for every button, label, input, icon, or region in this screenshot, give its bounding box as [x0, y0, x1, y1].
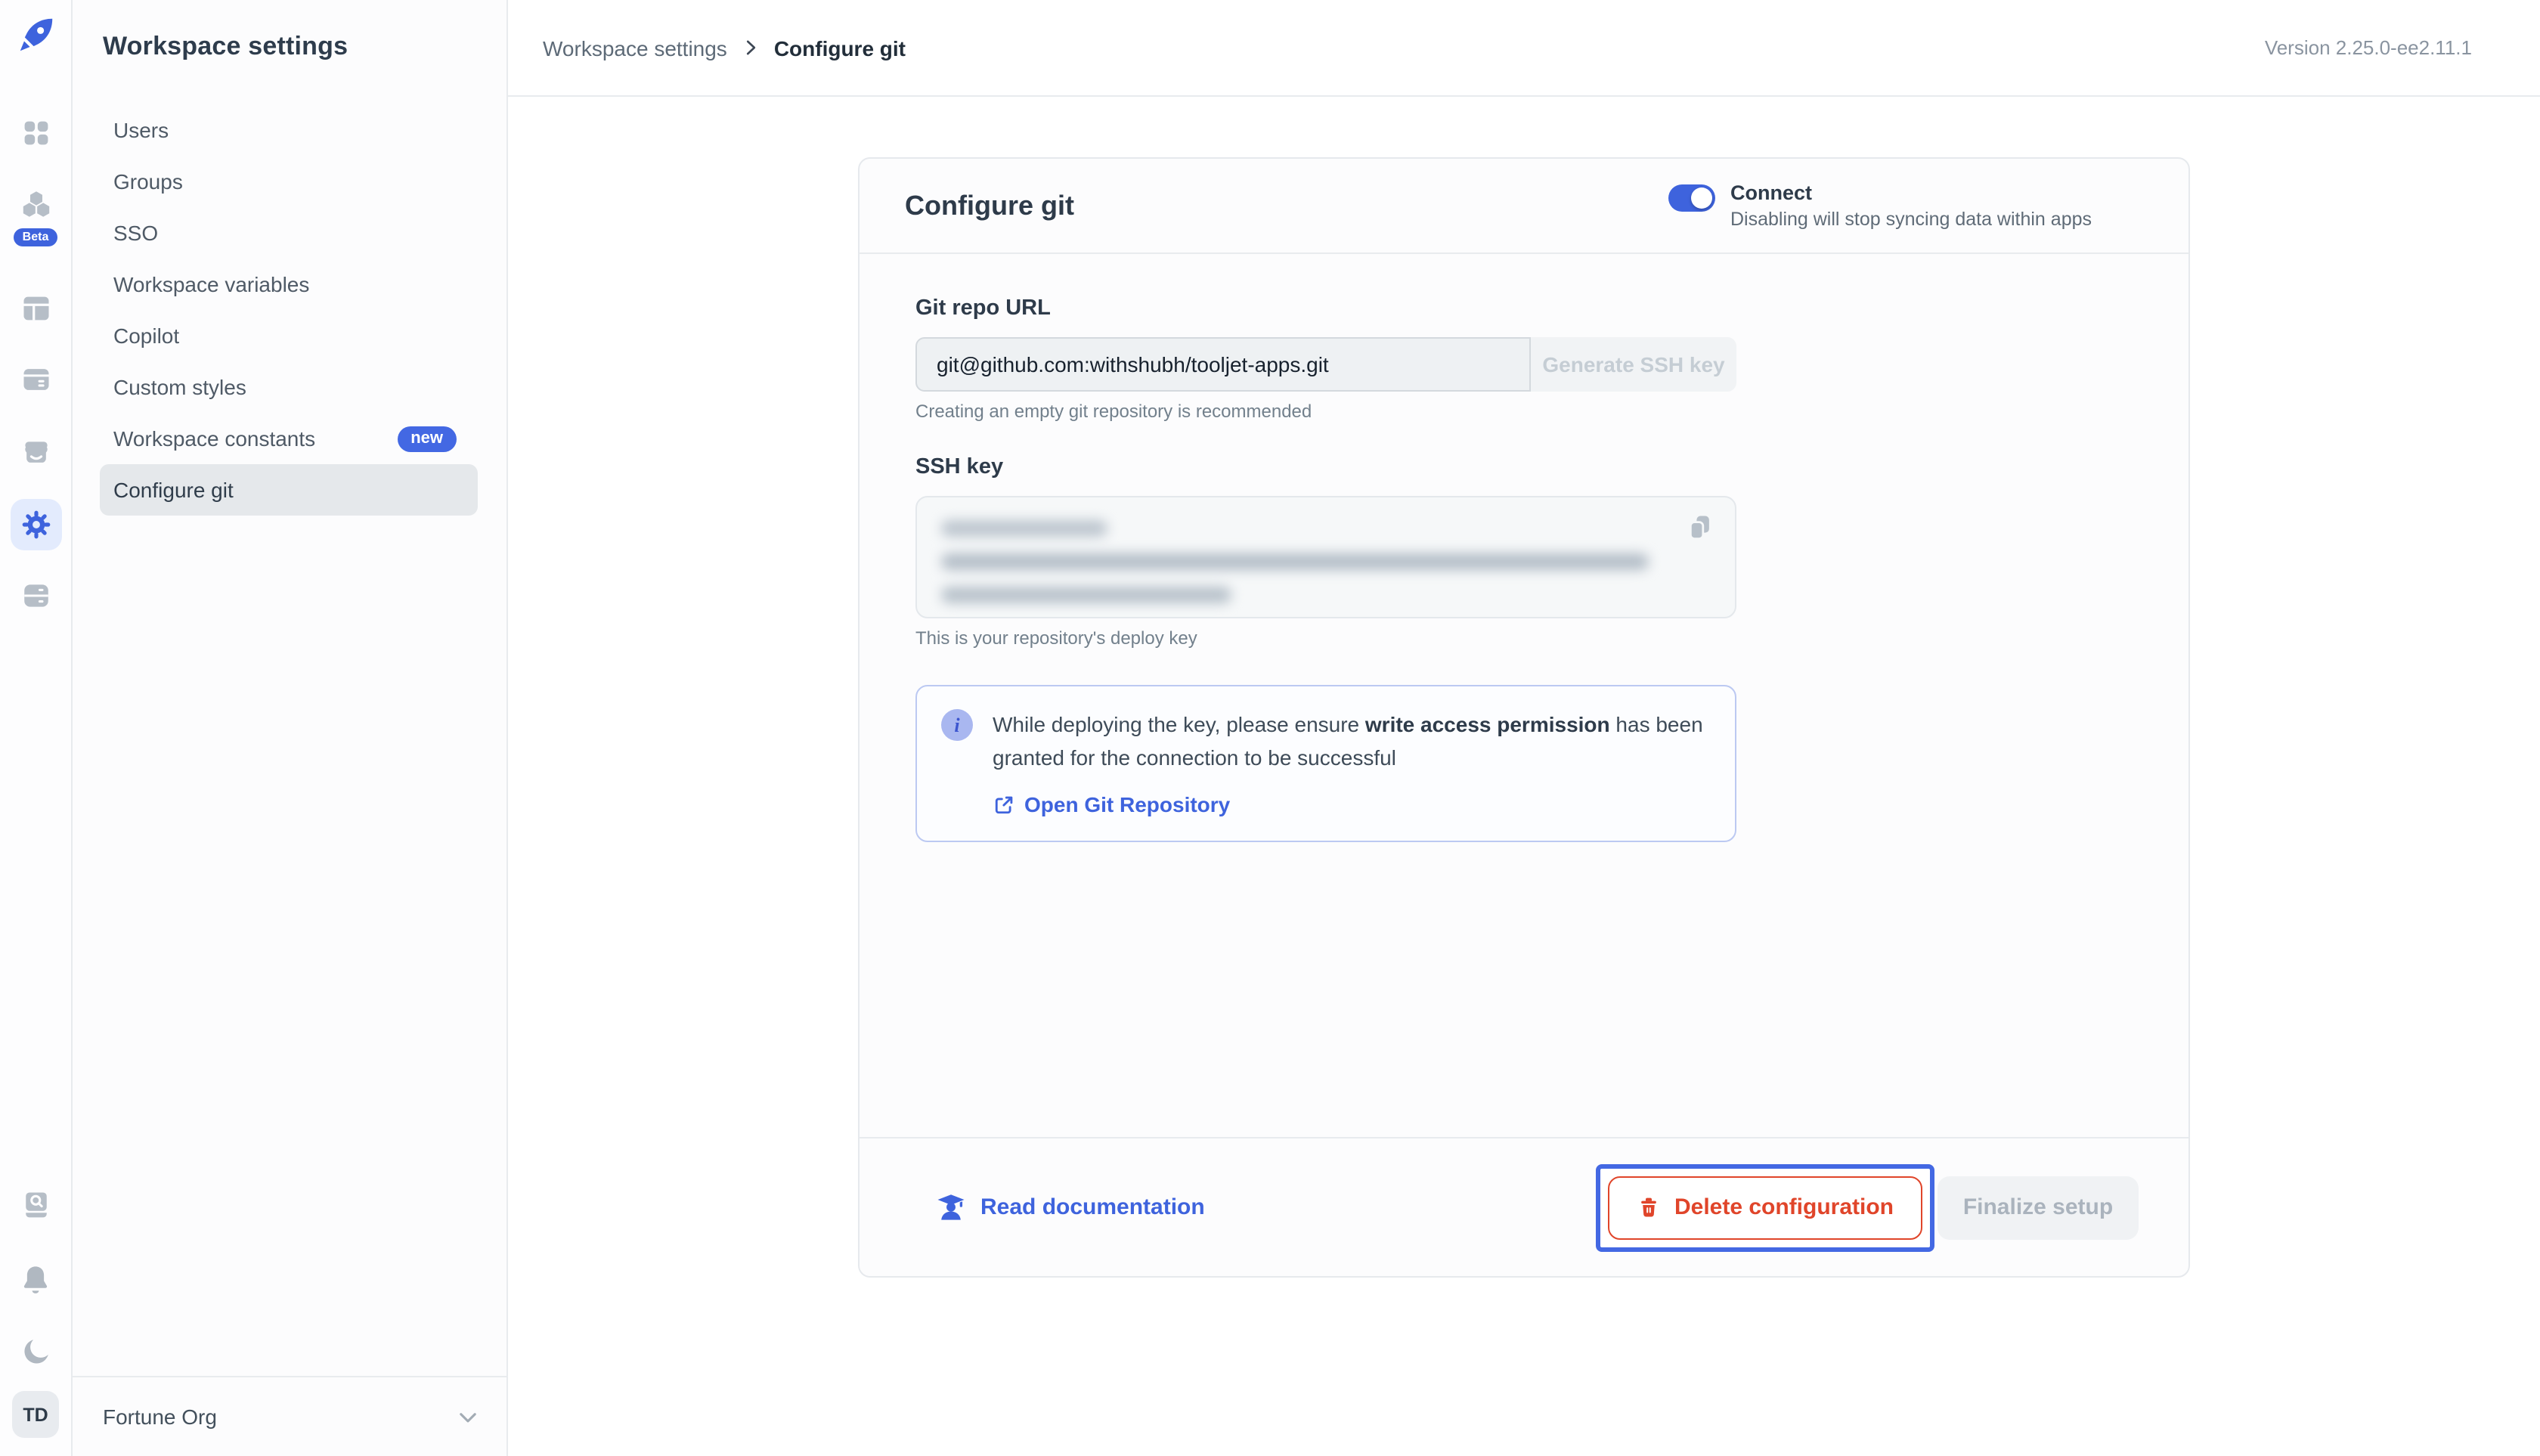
beta-badge: Beta [13, 228, 58, 246]
git-repo-url-label: Git repo URL [915, 296, 1051, 321]
graduate-docs-icon [935, 1191, 967, 1223]
card-body: Git repo URL Generate SSH key Creating a… [860, 254, 2188, 1137]
read-documentation-link[interactable]: Read documentation [935, 1191, 1205, 1223]
sidebar-item-configure-git[interactable]: Configure git [100, 464, 478, 516]
tooljet-logo-icon[interactable] [14, 14, 57, 56]
info-alert-text: While deploying the key, please ensure w… [993, 712, 1703, 770]
main-area: Workspace settings Configure git Version… [508, 0, 2540, 1456]
audit-logs-icon[interactable] [17, 578, 54, 614]
sidebar-item-groups[interactable]: Groups [100, 156, 478, 207]
sidebar-item-custom-styles[interactable]: Custom styles [100, 361, 478, 413]
dashboards-icon[interactable] [17, 290, 54, 327]
copy-icon[interactable] [1682, 513, 1718, 549]
user-avatar[interactable]: TD [12, 1391, 59, 1438]
git-repo-row: Generate SSH key [915, 337, 1736, 392]
rail-bottom-group: TD [12, 1187, 59, 1456]
ssh-key-box [915, 496, 1736, 618]
ssh-key-label: SSH key [915, 455, 1004, 479]
integrations-hexagons-icon[interactable] [17, 189, 54, 225]
apps-grid-icon[interactable] [17, 115, 54, 151]
sidebar-item-users[interactable]: Users [100, 104, 478, 156]
connect-label: Connect [1730, 181, 1812, 204]
card-header: Configure git Connect Disabling will sto… [860, 159, 2188, 254]
page-title: Configure git [905, 190, 1074, 220]
ssh-key-helper: This is your repository's deploy key [915, 627, 1197, 649]
trash-icon [1637, 1195, 1661, 1219]
docs-search-icon[interactable] [17, 1187, 54, 1223]
git-repo-helper: Creating an empty git repository is reco… [915, 401, 1312, 422]
chevron-down-icon [455, 1404, 481, 1430]
info-icon: i [941, 709, 973, 741]
delete-configuration-button[interactable]: Delete configuration [1607, 1176, 1922, 1239]
topbar: Workspace settings Configure git Version… [508, 0, 2540, 97]
card-footer: Read documentation Delete configuration … [860, 1137, 2188, 1276]
breadcrumb-parent[interactable]: Workspace settings [543, 36, 727, 60]
ssh-key-redacted-value [941, 520, 1711, 603]
marketplace-icon[interactable] [17, 434, 54, 470]
notifications-bell-icon[interactable] [17, 1261, 54, 1297]
app-root: Beta TD Workspace settings Users Groups … [0, 0, 2540, 1456]
sidebar-item-copilot[interactable]: Copilot [100, 310, 478, 361]
settings-sidebar: Workspace settings Users Groups SSO Work… [73, 0, 508, 1456]
info-alert: i While deploying the key, please ensure… [915, 685, 1736, 843]
chevron-right-icon [741, 38, 760, 57]
settings-nav: Users Groups SSO Workspace variables Cop… [100, 104, 478, 516]
org-switcher[interactable]: Fortune Org [73, 1376, 506, 1456]
version-label: Version 2.25.0-ee2.11.1 [2264, 36, 2472, 59]
configure-git-card: Configure git Connect Disabling will sto… [858, 157, 2190, 1278]
sidebar-title: Workspace settings [103, 32, 348, 60]
delete-button-focus-ring: Delete configuration [1595, 1163, 1934, 1251]
content-area: Configure git Connect Disabling will sto… [508, 97, 2540, 1456]
sidebar-item-sso[interactable]: SSO [100, 207, 478, 259]
breadcrumb-current: Configure git [773, 36, 906, 60]
dark-mode-moon-icon[interactable] [17, 1334, 54, 1370]
workspace-settings-gear-icon[interactable] [10, 499, 61, 550]
generate-ssh-key-button[interactable]: Generate SSH key [1531, 337, 1736, 392]
git-repo-url-input[interactable] [915, 337, 1531, 392]
sidebar-item-workspace-constants[interactable]: Workspace constants new [100, 413, 478, 464]
connect-toggle[interactable] [1668, 184, 1715, 212]
sidebar-item-workspace-variables[interactable]: Workspace variables [100, 259, 478, 310]
database-drawer-icon[interactable] [17, 361, 54, 398]
open-git-repository-link[interactable]: Open Git Repository [993, 793, 1230, 817]
app-icon-rail: Beta TD [0, 0, 73, 1456]
finalize-setup-button[interactable]: Finalize setup [1938, 1176, 2139, 1239]
external-link-icon [993, 794, 1015, 816]
connect-block: Connect Disabling will stop syncing data… [1668, 181, 2092, 231]
new-badge: new [397, 426, 457, 451]
org-name: Fortune Org [103, 1405, 217, 1429]
connect-description: Disabling will stop syncing data within … [1730, 209, 2092, 231]
